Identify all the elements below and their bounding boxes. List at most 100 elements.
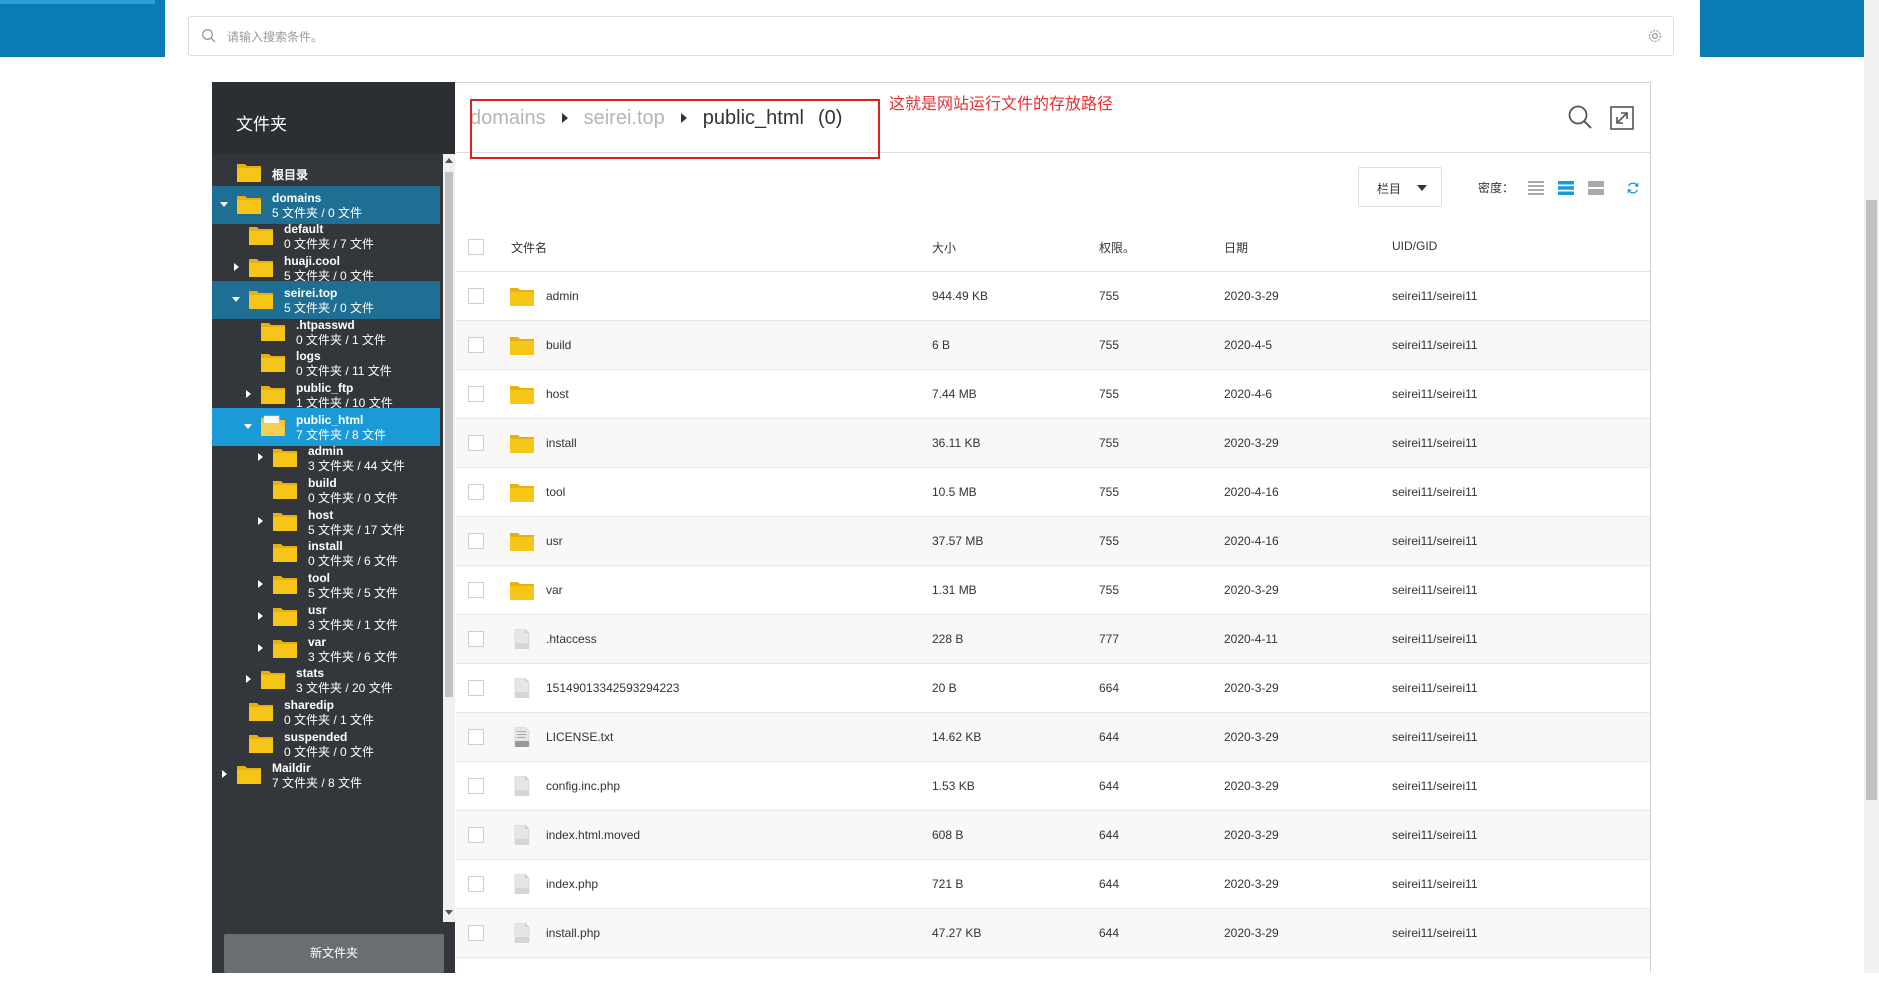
annotation-text: 这就是网站运行文件的存放路径 — [889, 96, 1114, 113]
row-checkbox[interactable] — [468, 533, 484, 549]
row-checkbox[interactable] — [468, 386, 484, 402]
table-row[interactable]: host 7.44 MB 755 2020-4-6 seirei11/seirei11 — [456, 370, 1650, 419]
table-row[interactable]: install 36.11 KB 755 2020-3-29 seirei11/seir… — [456, 419, 1650, 468]
file-size: 1.53 KB — [932, 779, 975, 793]
file-name[interactable]: .htaccess — [546, 632, 597, 646]
table-row[interactable]: build 6 B 755 2020-4-5 seirei11/seirei11 — [456, 321, 1650, 370]
folder-tree: 根目录 domains 5 文件夹 / 0 文件 default 0 文件夹 / 7 文… — [212, 154, 440, 1002]
chevron-down-icon[interactable] — [244, 423, 252, 429]
tree-item-name: install — [308, 539, 343, 554]
column-header-date[interactable]: 日期 — [1224, 239, 1248, 256]
page-scrollbar-thumb[interactable] — [1866, 200, 1877, 800]
expand-icon[interactable] — [1609, 105, 1635, 131]
select-all-checkbox[interactable] — [468, 239, 484, 255]
density-compact-icon[interactable] — [1528, 181, 1544, 195]
file-permissions: 755 — [1099, 289, 1120, 303]
column-header-size[interactable]: 大小 — [932, 239, 956, 256]
row-checkbox[interactable] — [468, 631, 484, 647]
table-row[interactable]: LICENSE.txt 14.62 KB 644 2020-3-29 seirei11/… — [456, 713, 1650, 762]
row-checkbox[interactable] — [468, 729, 484, 745]
file-size: 36.11 KB — [932, 436, 981, 450]
file-name[interactable]: install.php — [546, 926, 600, 940]
file-name[interactable]: host — [546, 387, 569, 401]
folder-icon — [236, 193, 262, 215]
chevron-right-icon[interactable] — [258, 580, 263, 589]
file-name[interactable]: admin — [546, 289, 579, 303]
tree-item-meta: 7 文件夹 / 8 文件 — [272, 776, 363, 791]
file-name[interactable]: index.php — [546, 877, 598, 891]
scroll-down-arrow-icon[interactable] — [445, 910, 453, 915]
folder-icon — [248, 224, 274, 246]
file-name[interactable]: config.inc.php — [546, 779, 620, 793]
file-name[interactable]: usr — [546, 534, 563, 548]
tree-item-name: .htpasswd — [296, 317, 355, 332]
row-checkbox[interactable] — [468, 778, 484, 794]
file-name[interactable]: LICENSE.txt — [546, 730, 613, 744]
open-folder-icon — [260, 415, 286, 437]
density-comfortable-icon[interactable] — [1588, 181, 1604, 195]
row-checkbox[interactable] — [468, 288, 484, 304]
file-name[interactable]: build — [546, 338, 571, 352]
folder-icon — [236, 763, 262, 785]
row-checkbox[interactable] — [468, 337, 484, 353]
row-checkbox[interactable] — [468, 827, 484, 843]
row-checkbox[interactable] — [468, 876, 484, 892]
table-row[interactable]: install.php 47.27 KB 644 2020-3-29 seirei11/… — [456, 909, 1650, 958]
tree-item-name: build — [308, 476, 337, 490]
sidebar-scrollbar-thumb[interactable] — [445, 172, 453, 697]
table-row[interactable]: index.html.moved 608 B 644 2020-3-29 seirei1… — [456, 811, 1650, 860]
chevron-down-icon[interactable] — [232, 296, 240, 302]
chevron-right-icon[interactable] — [246, 389, 251, 398]
row-checkbox[interactable] — [468, 680, 484, 696]
row-checkbox[interactable] — [468, 484, 484, 500]
column-header-name[interactable]: 文件名 — [511, 239, 547, 256]
density-normal-icon[interactable] — [1558, 181, 1574, 195]
file-size: 1.31 MB — [932, 583, 977, 597]
chevron-right-icon[interactable] — [246, 675, 251, 684]
header-accent-strip — [0, 0, 155, 4]
file-date: 2020-3-29 — [1224, 583, 1279, 597]
table-row[interactable]: index.php 721 B 644 2020-3-29 seirei11/seire… — [456, 860, 1650, 909]
search-icon — [202, 29, 216, 43]
folder-icon — [272, 573, 298, 595]
row-checkbox[interactable] — [468, 582, 484, 598]
file-name[interactable]: var — [546, 583, 563, 597]
folder-icon — [248, 288, 274, 310]
file-permissions: 755 — [1099, 436, 1120, 450]
search-icon[interactable] — [1566, 103, 1594, 131]
sidebar-header: 文件夹 — [212, 82, 455, 154]
table-row[interactable]: .htaccess 228 B 777 2020-4-11 seirei11/seire… — [456, 615, 1650, 664]
file-name[interactable]: install — [546, 436, 577, 450]
scroll-up-arrow-icon[interactable] — [445, 158, 453, 163]
table-row[interactable]: 15149013342593294223 20 B 664 2020-3-29 seir… — [456, 664, 1650, 713]
file-permissions: 644 — [1099, 779, 1120, 793]
new-folder-button[interactable]: 新文件夹 — [224, 934, 444, 973]
chevron-down-icon[interactable] — [220, 201, 228, 207]
chevron-right-icon[interactable] — [258, 611, 263, 620]
table-row[interactable]: admin 944.49 KB 755 2020-3-29 seirei11/seire… — [456, 272, 1650, 321]
table-row[interactable]: var 1.31 MB 755 2020-3-29 seirei11/seirei11 — [456, 566, 1650, 615]
column-header-uid[interactable]: UID/GID — [1392, 239, 1437, 253]
column-header-permissions[interactable]: 权限。 — [1099, 239, 1135, 256]
file-list-panel: domains seirei.top public_html (0) 栏目 密度： 文… — [456, 83, 1650, 973]
file-name[interactable]: index.html.moved — [546, 828, 640, 842]
table-row[interactable]: config.inc.php 1.53 KB 644 2020-3-29 seirei1… — [456, 762, 1650, 811]
table-row[interactable]: tool 10.5 MB 755 2020-4-16 seirei11/seirei11 — [456, 468, 1650, 517]
chevron-right-icon[interactable] — [258, 516, 263, 525]
file-name[interactable]: tool — [546, 485, 565, 499]
row-checkbox[interactable] — [468, 925, 484, 941]
chevron-right-icon[interactable] — [222, 770, 227, 779]
refresh-icon[interactable] — [1626, 181, 1640, 195]
tree-item-maildir[interactable]: Maildir 7 文件夹 / 8 文件 — [212, 756, 440, 794]
tree-item-name: logs — [296, 349, 321, 364]
columns-dropdown[interactable]: 栏目 — [1358, 167, 1442, 207]
gear-icon[interactable] — [1647, 28, 1663, 44]
search-input[interactable] — [225, 25, 1609, 49]
file-date: 2020-3-29 — [1224, 436, 1279, 450]
chevron-right-icon[interactable] — [234, 263, 239, 272]
chevron-right-icon[interactable] — [258, 453, 263, 462]
file-name[interactable]: 15149013342593294223 — [546, 681, 679, 695]
row-checkbox[interactable] — [468, 435, 484, 451]
chevron-right-icon[interactable] — [258, 643, 263, 652]
table-row[interactable]: usr 37.57 MB 755 2020-4-16 seirei11/seirei11 — [456, 517, 1650, 566]
